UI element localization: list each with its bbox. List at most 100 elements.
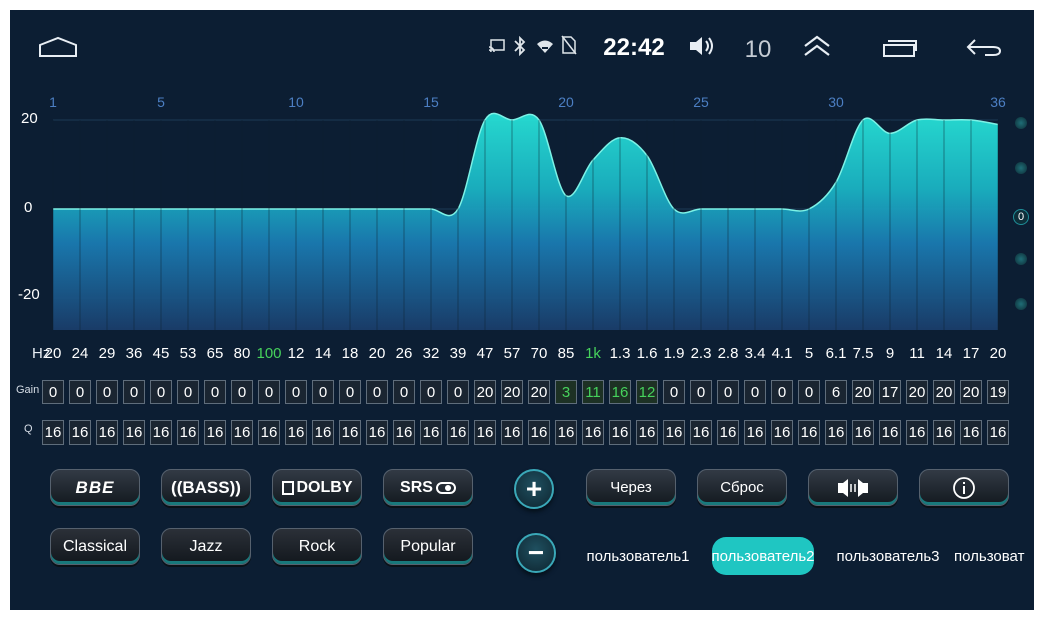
gain-value-cell[interactable]: 0 xyxy=(798,380,820,404)
gain-value-cell[interactable]: 0 xyxy=(447,380,469,404)
q-value-cell[interactable]: 16 xyxy=(96,420,118,445)
user-preset-2-button[interactable]: пользователь2 xyxy=(711,537,815,575)
q-value-cell[interactable]: 16 xyxy=(555,420,577,445)
gain-value-cell[interactable]: 0 xyxy=(231,380,253,404)
q-value-cell[interactable]: 16 xyxy=(771,420,793,445)
gain-value-cell[interactable]: 0 xyxy=(312,380,334,404)
q-value-cell[interactable]: 16 xyxy=(285,420,307,445)
gain-value-cell[interactable]: 6 xyxy=(825,380,847,404)
q-value-cell[interactable]: 16 xyxy=(879,420,901,445)
gain-value-cell[interactable]: 20 xyxy=(933,380,955,404)
gain-value-cell[interactable]: 20 xyxy=(852,380,874,404)
plus-button[interactable]: + xyxy=(514,469,554,509)
q-value-cell[interactable]: 16 xyxy=(69,420,91,445)
gain-value-cell[interactable]: 16 xyxy=(609,380,631,404)
preset-jazz-button[interactable]: Jazz xyxy=(161,528,251,565)
gain-value-cell[interactable]: 0 xyxy=(663,380,685,404)
gain-value-cell[interactable]: 17 xyxy=(879,380,901,404)
gain-value-cell[interactable]: 0 xyxy=(690,380,712,404)
gain-value-cell[interactable]: 0 xyxy=(420,380,442,404)
q-value-cell[interactable]: 16 xyxy=(960,420,982,445)
q-value-cell[interactable]: 16 xyxy=(663,420,685,445)
q-value-cell[interactable]: 16 xyxy=(501,420,523,445)
gain-value-cell[interactable]: 0 xyxy=(96,380,118,404)
frequency-label: 36 xyxy=(125,345,143,362)
surround-button[interactable] xyxy=(808,469,898,506)
q-value-cell[interactable]: 16 xyxy=(366,420,388,445)
q-value-cell[interactable]: 16 xyxy=(123,420,145,445)
q-value-cell[interactable]: 16 xyxy=(420,420,442,445)
q-value-cell[interactable]: 16 xyxy=(447,420,469,445)
q-value-cell[interactable]: 16 xyxy=(987,420,1009,445)
minus-button[interactable]: − xyxy=(516,533,556,573)
gain-value-cell[interactable]: 0 xyxy=(366,380,388,404)
reset-button[interactable]: Сброс xyxy=(697,469,787,506)
q-value-cell[interactable]: 16 xyxy=(339,420,361,445)
q-value-cell[interactable]: 16 xyxy=(636,420,658,445)
gain-value-cell[interactable]: 0 xyxy=(69,380,91,404)
gain-value-cell[interactable]: 0 xyxy=(123,380,145,404)
q-value-cell[interactable]: 16 xyxy=(312,420,334,445)
info-icon xyxy=(953,476,975,499)
q-value-cell[interactable]: 16 xyxy=(852,420,874,445)
gain-value-cell[interactable]: 3 xyxy=(555,380,577,404)
preset-popular-button[interactable]: Popular xyxy=(383,528,473,565)
user-preset-4-button[interactable]: пользоват xyxy=(954,537,1034,575)
gain-value-cell[interactable]: 20 xyxy=(960,380,982,404)
q-value-cell[interactable]: 16 xyxy=(717,420,739,445)
gain-value-cell[interactable]: 0 xyxy=(717,380,739,404)
q-value-cell[interactable]: 16 xyxy=(42,420,64,445)
gain-value-cell[interactable]: 20 xyxy=(501,380,523,404)
q-value-cell[interactable]: 16 xyxy=(150,420,172,445)
q-value-cell[interactable]: 16 xyxy=(744,420,766,445)
through-button[interactable]: Через xyxy=(586,469,676,506)
info-button[interactable] xyxy=(919,469,1009,506)
frequency-label: 20 xyxy=(44,345,62,362)
q-value-cell[interactable]: 16 xyxy=(798,420,820,445)
minus-icon: − xyxy=(527,537,545,568)
side-scale-dot xyxy=(1015,253,1027,265)
q-value-cell[interactable]: 16 xyxy=(393,420,415,445)
gain-value-cell[interactable]: 11 xyxy=(582,380,604,404)
dolby-button[interactable]: DOLBY xyxy=(272,469,362,506)
q-value-cell[interactable]: 16 xyxy=(204,420,226,445)
bbe-button[interactable]: BBE xyxy=(50,469,140,506)
frequency-label: 1k xyxy=(585,345,601,362)
gain-value-cell[interactable]: 0 xyxy=(150,380,172,404)
gain-value-cell[interactable]: 0 xyxy=(744,380,766,404)
gain-value-cell[interactable]: 20 xyxy=(474,380,496,404)
q-value-cell[interactable]: 16 xyxy=(528,420,550,445)
gain-value-cell[interactable]: 12 xyxy=(636,380,658,404)
gain-value-cell[interactable]: 20 xyxy=(528,380,550,404)
gain-value-cell[interactable]: 0 xyxy=(285,380,307,404)
q-value-cell[interactable]: 16 xyxy=(258,420,280,445)
user-preset-3-button[interactable]: пользователь3 xyxy=(830,537,946,575)
q-value-cell[interactable]: 16 xyxy=(825,420,847,445)
frequency-label: 26 xyxy=(395,345,413,362)
gain-value-cell[interactable]: 19 xyxy=(987,380,1009,404)
gain-value-cell[interactable]: 0 xyxy=(258,380,280,404)
eq-curve-chart[interactable] xyxy=(10,10,1034,340)
srs-button[interactable]: SRS xyxy=(383,469,473,506)
gain-value-cell[interactable]: 0 xyxy=(177,380,199,404)
gain-value-cell[interactable]: 20 xyxy=(906,380,928,404)
q-value-cell[interactable]: 16 xyxy=(933,420,955,445)
user-preset-label: пользователь3 xyxy=(836,547,940,565)
preset-classical-button[interactable]: Classical xyxy=(50,528,140,565)
q-value-cell[interactable]: 16 xyxy=(177,420,199,445)
gain-value-cell[interactable]: 0 xyxy=(42,380,64,404)
gain-value-cell[interactable]: 0 xyxy=(204,380,226,404)
q-value-cell[interactable]: 16 xyxy=(474,420,496,445)
gain-value-cell[interactable]: 0 xyxy=(339,380,361,404)
q-value-cell[interactable]: 16 xyxy=(906,420,928,445)
preset-rock-button[interactable]: Rock xyxy=(272,528,362,565)
q-value-cell[interactable]: 16 xyxy=(690,420,712,445)
gain-label: Gain xyxy=(16,384,40,396)
user-preset-1-button[interactable]: пользователь1 xyxy=(582,537,694,575)
q-value-cell[interactable]: 16 xyxy=(609,420,631,445)
gain-value-cell[interactable]: 0 xyxy=(393,380,415,404)
bass-button[interactable]: ((BASS)) xyxy=(161,469,251,506)
q-value-cell[interactable]: 16 xyxy=(582,420,604,445)
q-value-cell[interactable]: 16 xyxy=(231,420,253,445)
gain-value-cell[interactable]: 0 xyxy=(771,380,793,404)
